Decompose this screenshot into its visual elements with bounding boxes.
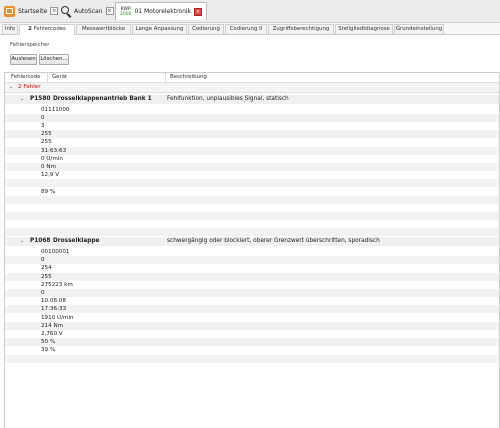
fault-name: Drosselklappenantrieb Bank 1 [53,96,152,102]
detail-row [5,212,499,220]
tab-zugriffsberechtigung[interactable]: Zugriffsberechtigung [268,24,334,34]
close-icon[interactable]: × [50,7,59,15]
tab-motorelektronik[interactable]: KWP 2000 01 Motorelektronik × [115,2,208,20]
detail-row: 255 [5,130,499,138]
detail-row: 17:36:33 [5,305,499,313]
fault-count-badge: 2 [28,26,32,32]
section-title: Fehlerspeicher [10,42,50,48]
tab-codierung-ii[interactable]: Codierung II [225,24,267,34]
detail-row: 3 [41,123,45,129]
tab-lange-anpassung[interactable]: Lange Anpassung [132,24,187,34]
detail-row: 0 [5,256,499,264]
group-row[interactable]: ⌄ 2 Fehler [5,82,499,93]
function-tab-bar: Info 2 Fehlercodes Messwertblöcke Lange … [0,23,500,35]
tab-autoscan-label: AutoScan [74,7,103,15]
tab-stellgliedtdiagnose[interactable]: Stellgliedtdiagnose [335,24,393,34]
header-beschreibung[interactable]: Beschreibung [170,73,207,82]
header-divider [165,73,166,82]
detail-row: 0 Nm [5,163,499,171]
detail-row [5,196,499,204]
tab-startseite-label: Startseite [18,7,48,15]
tab-fehlercodes[interactable]: 2 Fehlercodes [19,24,75,35]
tab-messwertbloecke[interactable]: Messwertblöcke [76,24,131,34]
kwp-badge: KWP 2000 [120,7,131,17]
tab-grundeinstellung[interactable]: Grundeinstellung [394,24,444,34]
detail-row: 255 [5,273,499,281]
fault-row[interactable]: ⌄ P1580 Drosselklappenantrieb Bank 1 Feh… [5,95,499,104]
detail-row: 31:63:63 [5,147,499,155]
detail-row: 12,9 V [41,172,60,178]
detail-row: 1910 U/min [41,315,74,321]
fault-name: Drosselklappe [53,238,100,244]
tab-info[interactable]: Info [2,24,18,34]
header-geraet[interactable]: Gerät [52,73,67,82]
close-icon[interactable]: × [105,7,114,15]
header-fehlercode[interactable]: Fehlercode [11,73,40,82]
home-icon [4,5,15,17]
window-tab-bar: Startseite × AutoScan × KWP 2000 01 Moto… [0,0,500,23]
detail-row: 0 [5,114,499,122]
tab-autoscan[interactable]: AutoScan × [60,3,114,19]
fault-description: schwergängig oder blockiert, oberer Gren… [167,238,380,244]
detail-row: 39 % [41,347,56,353]
read-button[interactable]: Auslesen [10,54,37,65]
detail-row: 0 U/min [41,156,63,162]
tab-fehlercodes-label: Fehlercodes [33,26,66,32]
detail-row: 2,760 V [41,331,63,337]
fault-description: Fehlfunktion, unplausibles Signal, stati… [167,96,289,102]
detail-row: 10.08.08 [41,298,66,304]
clear-button[interactable]: Löschen... [39,54,69,65]
chevron-down-icon[interactable]: ⌄ [20,237,24,246]
detail-row: 89 % [41,189,56,195]
chevron-down-icon[interactable]: ⌄ [9,83,13,91]
search-icon [60,5,71,17]
chevron-down-icon[interactable]: ⌄ [20,95,24,104]
detail-row: 00100001 [41,249,70,255]
detail-row [5,228,499,236]
detail-row [5,204,499,212]
detail-row [5,220,499,228]
detail-row: 214 Nm [5,322,499,330]
detail-row [5,355,499,363]
fault-code: P1068 [30,238,51,244]
fault-code: P1580 [30,96,51,102]
fault-row[interactable]: ⌄ P1068 Drosselklappe schwergängig oder … [5,237,499,246]
detail-row: 50 % [5,338,499,346]
tab-startseite[interactable]: Startseite × [4,3,59,19]
group-label: 2 Fehler [18,84,41,90]
kwp-badge-bottom: 2000 [120,11,132,17]
detail-row: 254 [41,265,52,271]
detail-row: 275223 km [41,282,73,288]
detail-row: 01111000 [41,107,70,113]
detail-row [5,179,499,187]
fault-grid: Fehlercode Gerät Beschreibung ⌄ 2 Fehler… [4,72,500,428]
tab-codierung[interactable]: Codierung [188,24,224,34]
detail-row: 255 [41,139,52,145]
tab-motorelektronik-label: 01 Motorelektronik [134,8,192,15]
detail-row: 0 [5,289,499,297]
close-icon[interactable]: × [194,7,203,16]
header-divider [47,73,48,82]
